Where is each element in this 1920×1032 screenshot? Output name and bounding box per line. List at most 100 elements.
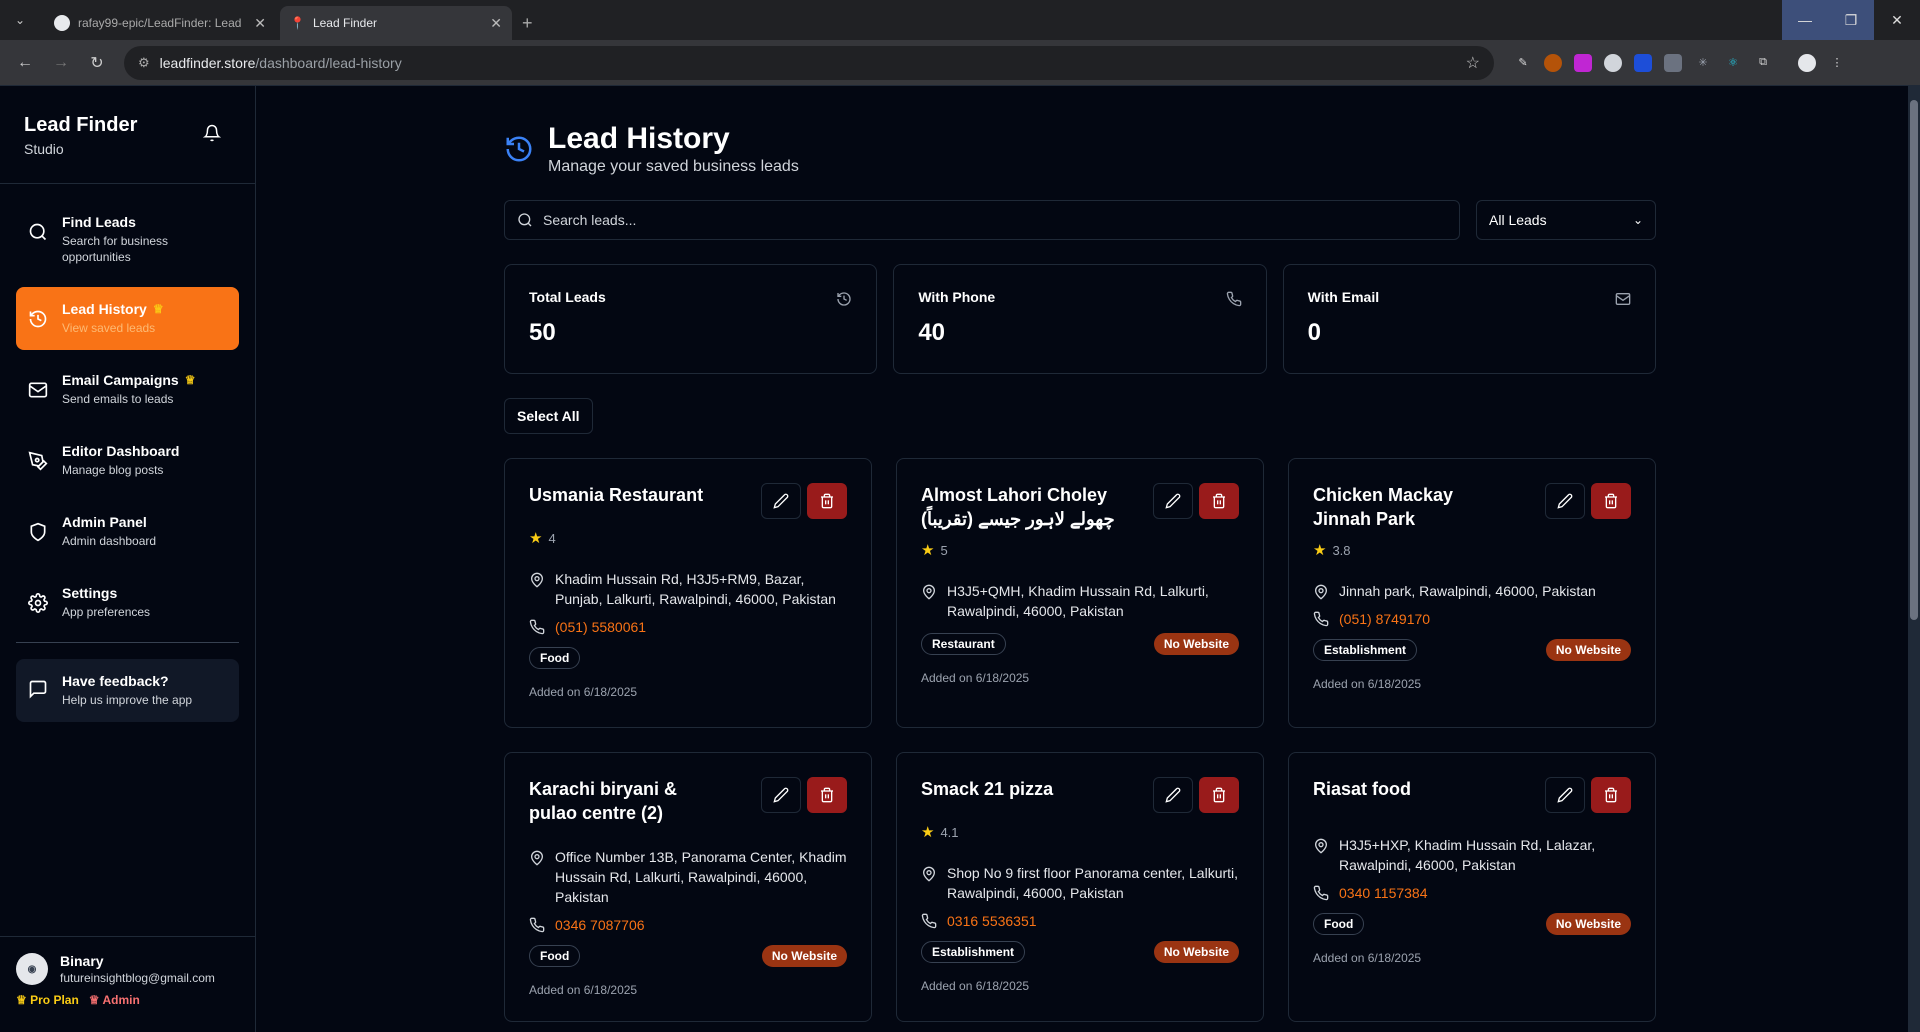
delete-lead-button[interactable] bbox=[807, 483, 847, 519]
sidebar-item-label: Email Campaigns bbox=[62, 372, 179, 388]
trash-icon bbox=[1605, 787, 1617, 803]
tab-close-icon[interactable]: ✕ bbox=[254, 15, 266, 32]
back-button[interactable]: ← bbox=[10, 48, 40, 78]
bitwarden-extension-icon[interactable] bbox=[1634, 53, 1652, 72]
no-website-badge: No Website bbox=[1153, 633, 1239, 655]
page-subtitle: Manage your saved business leads bbox=[548, 158, 799, 175]
sidebar-item-find-leads[interactable]: Find Leads Search for business opportuni… bbox=[16, 200, 239, 279]
close-window-button[interactable]: ✕ bbox=[1874, 0, 1920, 40]
sidebar-item-label: Editor Dashboard bbox=[62, 443, 180, 459]
lead-card[interactable]: Chicken Mackay Jinnah Park ★ 3.8 Jinnah par… bbox=[1288, 458, 1656, 728]
site-info-icon[interactable]: ⚙ bbox=[138, 55, 150, 71]
browser-tab-github[interactable]: rafay99-epic/LeadFinder: Lead ✕ bbox=[44, 6, 276, 40]
map-pin-icon bbox=[530, 572, 544, 588]
stat-value: 40 bbox=[918, 319, 946, 346]
page-header: Lead History Manage your saved business … bbox=[504, 122, 1656, 176]
search-input[interactable] bbox=[543, 212, 1447, 228]
search-box[interactable] bbox=[504, 200, 1460, 240]
category-badge: Establishment bbox=[921, 941, 1026, 963]
lead-card[interactable]: Riasat food H3J5+HXP, Khadim Hussain Rd, … bbox=[1288, 752, 1656, 1022]
delete-lead-button[interactable] bbox=[1199, 483, 1239, 519]
lead-card[interactable]: Usmania Restaurant ★ 4 Khadim Hussain Rd, H… bbox=[504, 458, 872, 728]
phone-icon bbox=[529, 917, 545, 933]
lead-phone[interactable]: 0340 1157384 bbox=[1313, 885, 1631, 901]
delete-lead-button[interactable] bbox=[1591, 483, 1631, 519]
phone-text[interactable]: 0346 7087706 bbox=[555, 917, 645, 933]
sidebar-item-email-campaigns[interactable]: Email Campaigns ♕ Send emails to leads bbox=[16, 358, 239, 421]
address-bar[interactable]: ⚙ leadfinder.store/dashboard/lead-histor… bbox=[124, 45, 1494, 80]
map-pin-icon bbox=[530, 850, 544, 866]
extension-icon[interactable] bbox=[1574, 53, 1592, 72]
new-tab-button[interactable]: + bbox=[512, 6, 543, 40]
tab-search-button[interactable]: ⌄ bbox=[0, 0, 40, 40]
lead-address: Jinnah park, Rawalpindi, 46000, Pakistan bbox=[1313, 581, 1631, 601]
lead-name: Almost Lahori Choley چھولے لاہور جیسے (ت… bbox=[921, 485, 1115, 529]
extension-icon[interactable] bbox=[1544, 53, 1562, 72]
bell-icon[interactable] bbox=[203, 124, 221, 142]
bookmark-star-icon[interactable]: ☆ bbox=[1466, 53, 1480, 73]
edit-lead-button[interactable] bbox=[1545, 483, 1585, 519]
sidebar-item-desc: Send emails to leads bbox=[62, 392, 174, 406]
select-all-button[interactable]: Select All bbox=[504, 398, 593, 434]
browser-toolbar: ← → ↻ ⚙ leadfinder.store/dashboard/lead-… bbox=[0, 40, 1920, 86]
edit-lead-button[interactable] bbox=[761, 483, 801, 519]
phone-icon bbox=[529, 619, 545, 635]
extensions-bar: ✎ ✳ ⚛ ⧉ ⋮ bbox=[1514, 53, 1846, 72]
delete-lead-button[interactable] bbox=[1591, 777, 1631, 813]
no-website-badge: No Website bbox=[1545, 639, 1631, 661]
puzzle-extensions-icon[interactable]: ⧉ bbox=[1754, 54, 1772, 72]
reload-button[interactable]: ↻ bbox=[82, 48, 112, 78]
category-badge: Restaurant bbox=[921, 633, 1006, 655]
forward-button[interactable]: → bbox=[46, 48, 76, 78]
pen-tool-icon bbox=[28, 451, 48, 471]
edit-lead-button[interactable] bbox=[761, 777, 801, 813]
user-profile[interactable]: ◉ Binary futureinsightblog@gmail.com ♕ P… bbox=[0, 936, 255, 1032]
brand: Lead Finder Studio bbox=[0, 86, 255, 184]
scrollbar[interactable] bbox=[1908, 86, 1920, 1032]
phone-text[interactable]: (051) 5580061 bbox=[555, 619, 646, 635]
eyedropper-extension-icon[interactable]: ✎ bbox=[1514, 54, 1532, 72]
lead-phone[interactable]: (051) 8749170 bbox=[1313, 611, 1631, 627]
minimize-button[interactable]: — bbox=[1782, 0, 1828, 40]
restore-button[interactable]: ❐ bbox=[1828, 0, 1874, 40]
edit-lead-button[interactable] bbox=[1153, 777, 1193, 813]
extension-icon[interactable] bbox=[1664, 53, 1682, 72]
phone-text[interactable]: (051) 8749170 bbox=[1339, 611, 1430, 627]
lead-card[interactable]: Almost Lahori Choley چھولے لاہور جیسے (ت… bbox=[896, 458, 1264, 728]
stats-grid: Total Leads 50 With Phone 40 With Email … bbox=[504, 264, 1656, 374]
browser-menu-icon[interactable]: ⋮ bbox=[1828, 54, 1846, 72]
extension-icon[interactable] bbox=[1604, 53, 1622, 72]
delete-lead-button[interactable] bbox=[1199, 777, 1239, 813]
scroll-thumb[interactable] bbox=[1910, 100, 1918, 620]
lead-phone[interactable]: (051) 5580061 bbox=[529, 619, 847, 635]
sidebar-item-admin-panel[interactable]: Admin Panel Admin dashboard bbox=[16, 500, 239, 563]
sidebar-item-editor-dashboard[interactable]: Editor Dashboard Manage blog posts bbox=[16, 429, 239, 492]
stat-value: 50 bbox=[529, 319, 556, 346]
lead-phone[interactable]: 0346 7087706 bbox=[529, 917, 847, 933]
extension-icon[interactable]: ✳ bbox=[1694, 54, 1712, 72]
map-pin-icon bbox=[1314, 584, 1328, 600]
sidebar-item-lead-history[interactable]: Lead History ♕ View saved leads bbox=[16, 287, 239, 350]
browser-tab-leadfinder[interactable]: 📍 Lead Finder ✕ bbox=[280, 6, 512, 40]
lead-address: H3J5+QMH, Khadim Hussain Rd, Lalkurti, R… bbox=[921, 581, 1239, 621]
edit-lead-button[interactable] bbox=[1153, 483, 1193, 519]
lead-filter-select[interactable]: All Leads ⌄ bbox=[1476, 200, 1656, 240]
lead-phone[interactable]: 0316 5536351 bbox=[921, 913, 1239, 929]
edit-lead-button[interactable] bbox=[1545, 777, 1585, 813]
stat-card-total-leads: Total Leads 50 bbox=[504, 264, 878, 374]
delete-lead-button[interactable] bbox=[807, 777, 847, 813]
react-extension-icon[interactable]: ⚛ bbox=[1724, 54, 1742, 72]
profile-avatar-icon[interactable] bbox=[1798, 53, 1816, 72]
tab-close-icon[interactable]: ✕ bbox=[490, 15, 502, 32]
role-label: Admin bbox=[102, 993, 140, 1007]
sidebar-item-settings[interactable]: Settings App preferences bbox=[16, 571, 239, 634]
phone-text[interactable]: 0340 1157384 bbox=[1339, 885, 1428, 901]
chevron-down-icon: ⌄ bbox=[1632, 213, 1643, 227]
lead-address: Khadim Hussain Rd, H3J5+RM9, Bazar, Punj… bbox=[529, 569, 847, 609]
lead-card[interactable]: Smack 21 pizza ★ 4.1 Shop No 9 first floor … bbox=[896, 752, 1264, 1022]
phone-text[interactable]: 0316 5536351 bbox=[947, 913, 1037, 929]
search-icon bbox=[29, 223, 47, 241]
tab-title: rafay99-epic/LeadFinder: Lead bbox=[78, 16, 242, 30]
feedback-button[interactable]: Have feedback? Help us improve the app bbox=[16, 659, 239, 722]
lead-card[interactable]: Karachi biryani & pulao centre (2) Office… bbox=[504, 752, 872, 1022]
